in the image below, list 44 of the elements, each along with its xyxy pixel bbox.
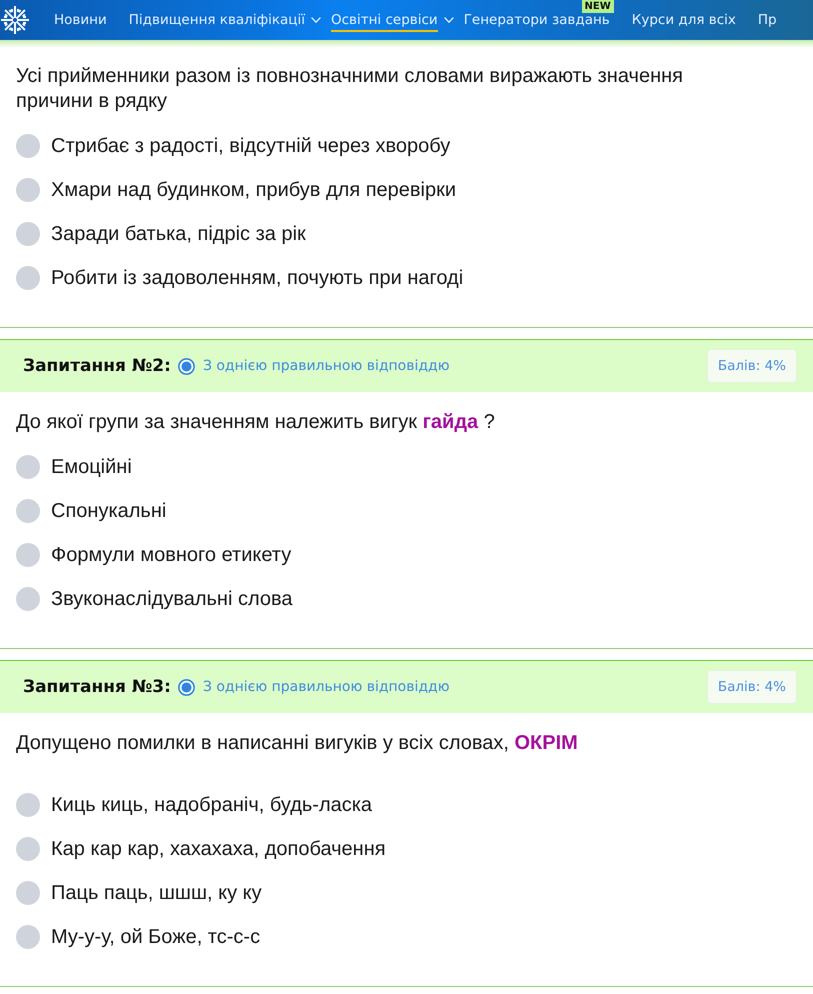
score-badge: Балів: 4% — [706, 670, 797, 704]
radio-button[interactable] — [16, 266, 40, 290]
question-number: Запитання №3: — [23, 677, 171, 697]
chevron-down-icon[interactable] — [310, 17, 321, 23]
radio-icon — [178, 358, 195, 374]
answer-option[interactable]: Спонукальні — [51, 500, 166, 522]
radio-button[interactable] — [16, 499, 40, 523]
answer-type-label: З однією правильною відповіддю — [202, 679, 450, 695]
radio-button[interactable] — [16, 837, 40, 861]
answer-option[interactable]: Звуконаслідувальні слова — [51, 588, 293, 610]
nav-link[interactable]: Підвищення кваліфікації — [128, 8, 305, 32]
radio-button[interactable] — [16, 543, 40, 567]
radio-icon — [178, 678, 195, 696]
radio-button[interactable] — [16, 881, 40, 905]
radio-button[interactable] — [16, 793, 40, 817]
answer-option[interactable]: Заради батька, підріс за рік — [51, 222, 306, 246]
answer-option[interactable]: Му-у-у, ой Боже, тс-с-с — [51, 926, 260, 948]
radio-button[interactable] — [16, 587, 40, 611]
answer-option[interactable]: Паць паць, шшш, ку ку — [51, 882, 262, 904]
nav-link[interactable]: Освітні сервіси — [330, 8, 438, 32]
radio-button[interactable] — [16, 925, 40, 949]
question-text: Допущено помилки в написанні вигуків у всіх словах, ОКРІМ — [16, 731, 579, 756]
radio-button[interactable] — [16, 455, 40, 479]
nav-link[interactable]: Курси для всіх — [632, 8, 736, 32]
answer-option[interactable]: Стрибає з радості, відсутній через хворобу — [51, 134, 450, 158]
answer-option[interactable]: Киць киць, надобраніч, будь-ласка — [51, 794, 372, 816]
radio-button[interactable] — [16, 222, 40, 246]
radio-button[interactable] — [16, 178, 40, 202]
answer-option[interactable]: Формули мовного етикету — [51, 544, 292, 566]
question-text: Усі прийменники разом із повнозначними словами виражають значення причини в рядку — [16, 64, 684, 114]
answer-type-label: З однією правильною відповіддю — [202, 358, 450, 374]
nav-link[interactable]: Пр — [758, 8, 777, 32]
question-number: Запитання №2: — [23, 356, 171, 376]
answer-option[interactable]: Хмари над будинком, прибув для перевірки — [51, 178, 456, 202]
score-badge: Балів: 4% — [706, 349, 797, 383]
chevron-down-icon[interactable] — [444, 17, 454, 23]
radio-button[interactable] — [16, 134, 40, 158]
answer-option[interactable]: Емоційні — [51, 456, 132, 478]
snowflake-logo-icon[interactable] — [0, 5, 30, 35]
answer-option[interactable]: Кар кар кар, хахахаха, допобачення — [51, 838, 386, 860]
new-badge: NEW — [582, 0, 614, 13]
question-text: До якої групи за значенням належить вигук гайда ? — [16, 410, 496, 435]
answer-option[interactable]: Робити із задоволенням, почують при нагоді — [51, 266, 464, 290]
nav-link[interactable]: Новини — [54, 8, 107, 32]
